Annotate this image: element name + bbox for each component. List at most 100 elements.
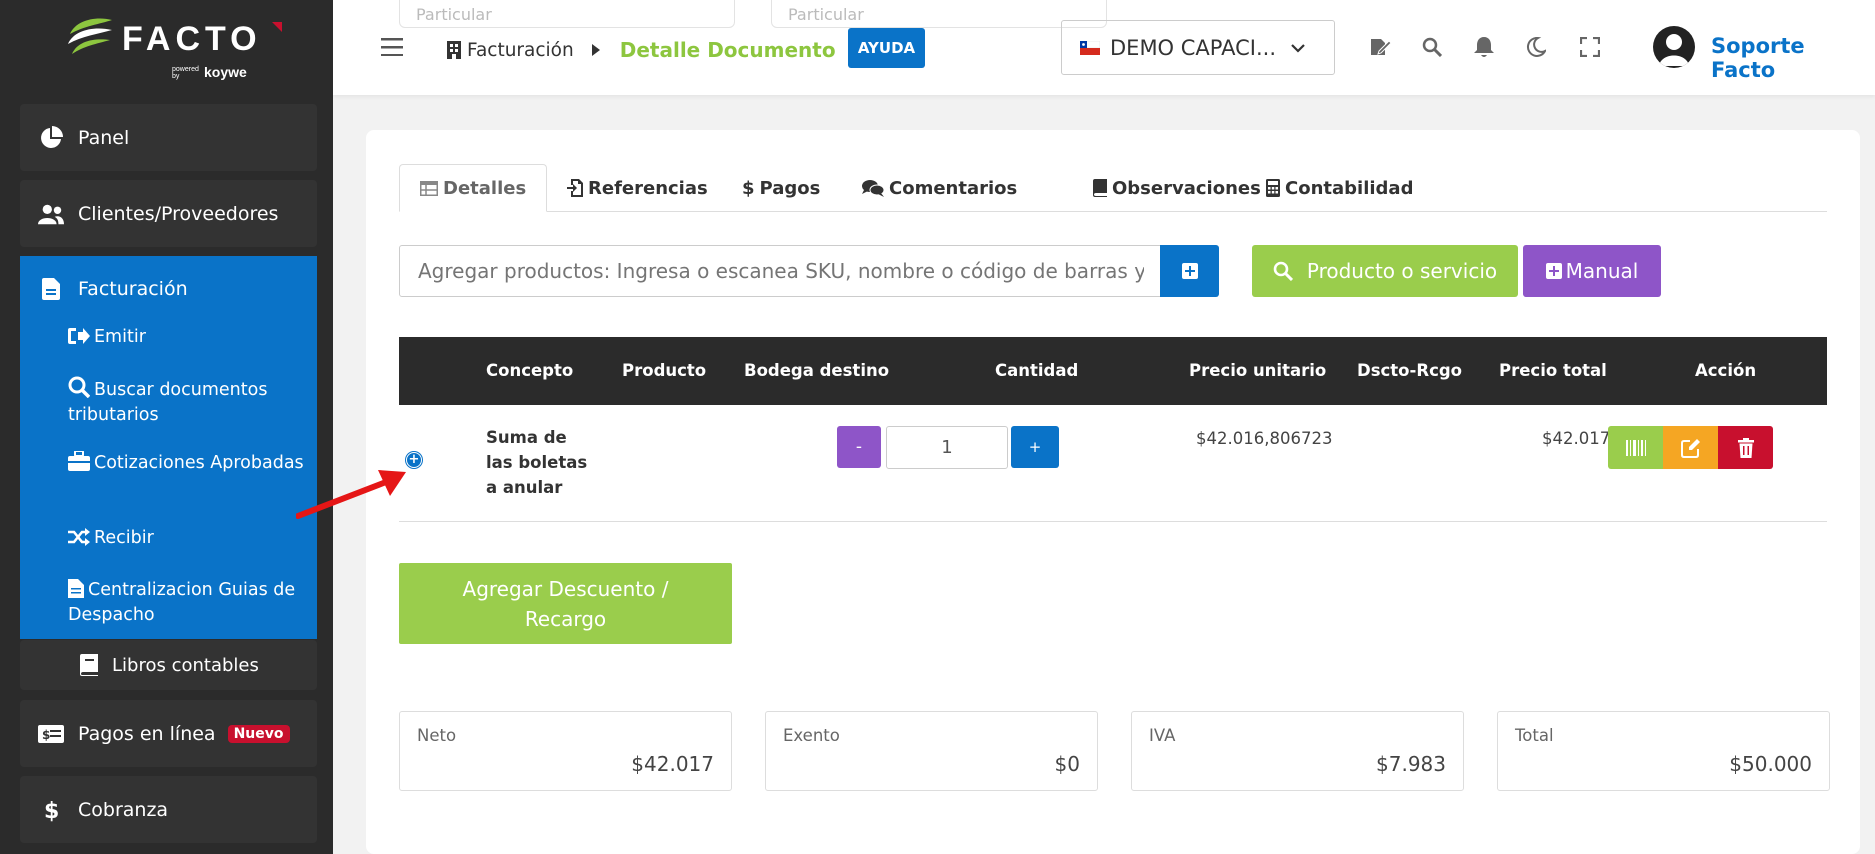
building-icon [447,41,461,59]
brand-powered: powered by koywe [172,64,247,81]
edit-icon [1680,438,1700,458]
sidebar-subitem-buscar[interactable]: Buscar documentos tributarios [68,376,308,428]
sidebar-item-label: Facturación [78,278,188,300]
sidebar-item-pagos-en-linea[interactable]: $ Pagos en línea Nuevo [20,700,317,767]
sidebar-item-label: Pagos en línea [78,722,216,745]
document-detail-card: Detalles Referencias $ Pagos Comentarios… [366,130,1860,854]
col-precio-unitario: Precio unitario [1189,361,1327,380]
add-discount-button[interactable]: Agregar Descuento / Recargo [399,563,732,644]
company-name: DEMO CAPACI... [1110,35,1276,60]
sidebar-item-facturacion[interactable]: Facturación Emitir Buscar documentos tri… [20,256,317,639]
products-table-header: Concepto Producto Bodega destino Cantida… [399,337,1827,405]
plus-square-icon [1545,263,1562,279]
help-button[interactable]: AYUDA [848,28,925,68]
user-name[interactable]: Soporte Facto [1711,34,1875,82]
company-selector[interactable]: DEMO CAPACI... [1061,20,1335,75]
product-search-input[interactable] [399,245,1163,297]
col-cantidad: Cantidad [995,361,1079,380]
table-row: + Suma de las boletas a anular - + $42.0… [399,405,1827,522]
total-box: Total $50.000 [1497,711,1830,791]
fullscreen-icon[interactable] [1577,34,1603,60]
sidebar-subitem-recibir[interactable]: Recibir [68,526,308,551]
tab-bar: Detalles Referencias $ Pagos Comentarios… [399,164,1827,212]
col-precio-total: Precio total [1499,361,1607,380]
sign-out-icon [68,328,90,344]
brand-name: FACTO [122,20,262,58]
tab-comentarios[interactable]: Comentarios [862,164,1017,212]
sidebar-subitem-label: Cotizaciones Aprobadas [94,453,304,473]
book-icon [1093,179,1107,197]
col-concepto: Concepto [486,361,574,380]
sidebar-item-clientes[interactable]: Clientes/Proveedores [20,180,317,247]
dollar-icon: $ [742,177,755,199]
moon-icon[interactable] [1523,34,1549,60]
sidebar-subitem-cotizaciones[interactable]: Cotizaciones Aprobadas [68,450,308,476]
button-label: Agregar Descuento / Recargo [462,576,669,631]
neto-label: Neto [417,726,457,745]
neto-box: Neto $42.017 [399,711,732,791]
iva-box: IVA $7.983 [1131,711,1464,791]
tab-referencias[interactable]: Referencias [567,164,708,212]
manual-product-button[interactable]: Manual [1523,245,1661,297]
sidebar-subitem-centralizacion[interactable]: Centralizacion Guias de Despacho [68,578,308,628]
total-label: Total [1515,726,1554,745]
sidebar-subitem-emitir[interactable]: Emitir [68,325,308,350]
sidebar-subitem-label: Buscar documentos tributarios [68,380,268,425]
neto-value: $42.017 [631,752,714,776]
row-concept: Suma de las boletas a anular [486,428,588,497]
caret-right-icon [591,44,600,56]
quantity-increase-button[interactable]: + [1011,426,1059,468]
sidebar-item-cobranza[interactable]: $ Cobranza [20,776,317,843]
sidebar-item-label: Clientes/Proveedores [78,202,279,225]
breadcrumb-current: Detalle Documento [619,38,836,62]
search-icon[interactable] [1419,34,1445,60]
delete-button[interactable] [1718,426,1773,469]
hamburger-menu-icon[interactable] [381,38,403,56]
add-product-button[interactable] [1160,245,1219,297]
plus-square-icon [1181,263,1198,279]
breadcrumb: Facturación Detalle Documento [447,38,836,62]
sidebar-item-facturacion-head[interactable]: Facturación [38,276,188,302]
row-unit-price: $42.016,806723 [1196,429,1333,448]
signature-icon[interactable] [1367,34,1393,60]
sidebar-item-label: Cobranza [78,798,169,821]
barcode-button[interactable] [1608,426,1663,469]
tab-label: Detalles [443,177,527,199]
sidebar-item-panel[interactable]: Panel [20,104,317,171]
svg-text:$: $ [44,799,58,822]
tab-label: Comentarios [889,177,1018,199]
col-producto: Producto [622,361,707,380]
file-text-icon [68,579,84,598]
bell-icon[interactable] [1471,34,1497,60]
search-icon [68,376,91,399]
edit-button[interactable] [1663,426,1718,469]
comments-icon [862,179,884,197]
file-icon [38,276,64,302]
button-label: Manual [1565,259,1639,283]
tab-contabilidad[interactable]: Contabilidad [1266,164,1413,212]
exento-box: Exento $0 [765,711,1098,791]
facto-leaf-icon [68,18,112,54]
chile-flag-icon [1080,40,1100,55]
exento-label: Exento [783,726,840,745]
quantity-decrease-button[interactable]: - [837,426,881,468]
ghost-input-2: Particular [771,0,1107,28]
tab-detalles[interactable]: Detalles [399,164,548,212]
quantity-input[interactable] [886,426,1008,469]
expand-row-button[interactable]: + [406,452,422,468]
tab-observaciones[interactable]: Observaciones [1093,164,1261,212]
breadcrumb-root[interactable]: Facturación [467,40,574,61]
user-avatar[interactable] [1653,26,1695,68]
facto-logo[interactable]: FACTO powered by koywe [62,14,282,80]
ghost-input-1: Particular [399,0,735,28]
file-import-icon [567,179,583,197]
search-product-service-button[interactable]: Producto o servicio [1252,245,1518,297]
svg-text:$: $ [42,728,50,742]
iva-label: IVA [1149,726,1176,745]
sidebar-item-libros[interactable]: Libros contables [20,640,317,690]
tab-pagos[interactable]: $ Pagos [742,164,820,212]
tab-label: Pagos [759,177,821,199]
trash-icon [1737,437,1754,458]
dollar-icon: $ [38,797,64,823]
barcode-icon [1625,439,1646,456]
